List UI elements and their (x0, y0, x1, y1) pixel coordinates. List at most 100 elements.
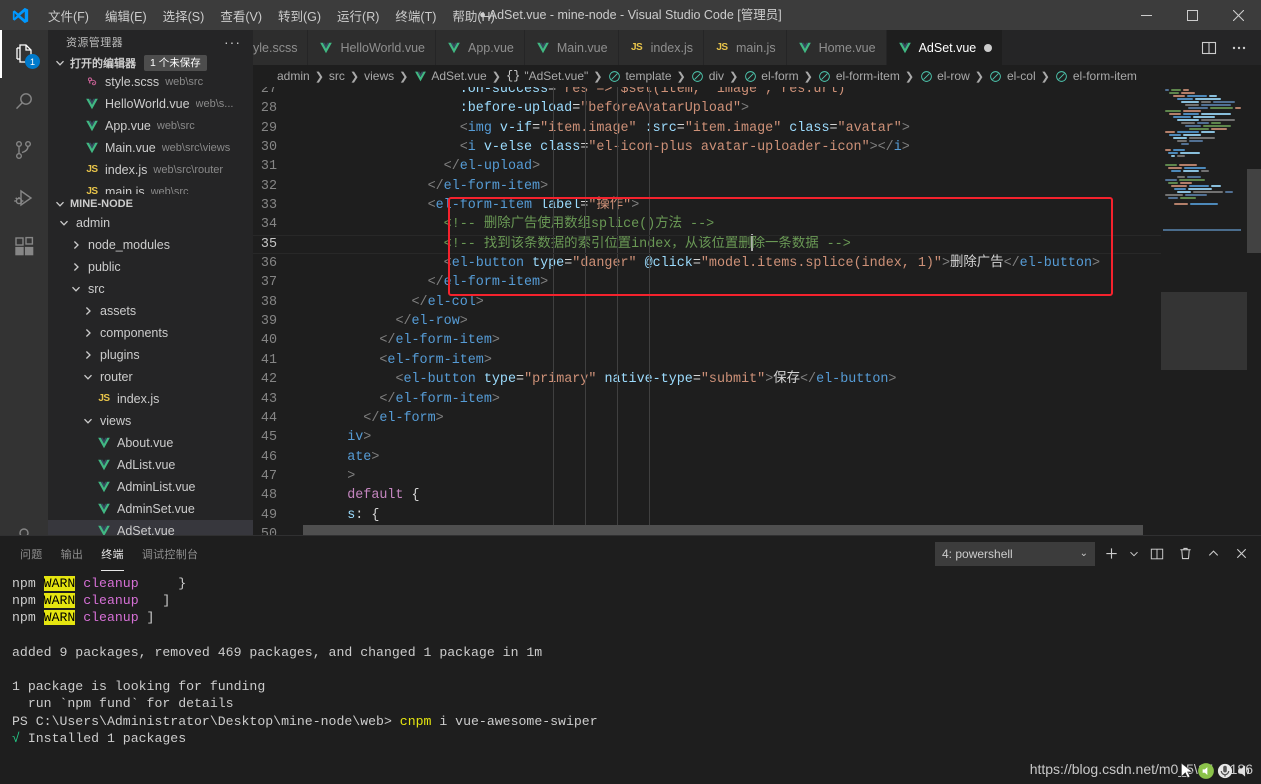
account-icon[interactable] (0, 495, 48, 535)
tree-file[interactable]: About.vue (48, 432, 253, 454)
code-line[interactable]: 34 <!-- 删除广告使用数组splice()方法 --> (253, 215, 1161, 234)
tree-folder[interactable]: router (48, 366, 253, 388)
more-actions-icon[interactable] (1225, 34, 1253, 62)
editor-tab[interactable]: App.vue (435, 30, 525, 65)
activity-explorer[interactable]: 1 (0, 30, 48, 78)
breadcrumb-item[interactable]: el-col (987, 69, 1038, 83)
tree-folder[interactable]: components (48, 322, 253, 344)
code-line[interactable]: 31 </el-upload> (253, 157, 1161, 176)
code-line[interactable]: 37 </el-form-item> (253, 273, 1161, 292)
tree-file[interactable]: AdminSet.vue (48, 498, 253, 520)
code-line[interactable]: 33 <el-form-item label="操作"> (253, 196, 1161, 215)
tree-file[interactable]: AdminList.vue (48, 476, 253, 498)
menu-help[interactable]: 帮助(H) (444, 3, 502, 28)
breadcrumb-item[interactable]: template (605, 69, 673, 83)
code-line[interactable]: 30 <i v-else class="el-icon-plus avatar-… (253, 138, 1161, 157)
close-icon[interactable] (1215, 0, 1261, 30)
tree-folder[interactable]: src (48, 278, 253, 300)
breadcrumb[interactable]: admin ❯ src ❯ views ❯ AdSet.vue ❯{} "AdSet.vue" ❯… (253, 65, 1261, 87)
tree-folder[interactable]: plugins (48, 344, 253, 366)
minimap-slider[interactable] (1161, 292, 1247, 370)
breadcrumb-item[interactable]: el-form-item (816, 69, 902, 83)
minimize-icon[interactable] (1123, 0, 1169, 30)
tree-folder[interactable]: admin (48, 212, 253, 234)
code-line[interactable]: 46 ate> (253, 448, 1161, 467)
menu-view[interactable]: 查看(V) (212, 3, 270, 28)
breadcrumb-item[interactable]: el-row (917, 69, 972, 83)
new-terminal-icon[interactable] (1099, 542, 1123, 566)
editor-vertical-scrollbar[interactable] (1247, 87, 1261, 535)
open-editor-item[interactable]: JS main.js web\src (48, 181, 253, 194)
vscroll-thumb[interactable] (1247, 169, 1261, 253)
code-line[interactable]: 48 default { (253, 486, 1161, 505)
tree-file[interactable]: AdSet.vue (48, 519, 253, 535)
tree-folder[interactable]: assets (48, 300, 253, 322)
tree-folder[interactable]: views (48, 410, 253, 432)
sidebar-more-actions-icon[interactable]: ··· (224, 34, 245, 50)
tree-file[interactable]: AdList.vue (48, 454, 253, 476)
breadcrumb-item[interactable]: {} "AdSet.vue" (504, 69, 590, 83)
code-scroll-region[interactable]: 27 :on-success="res => $set(item, 'image… (253, 87, 1161, 535)
code-line[interactable]: 41 <el-form-item> (253, 351, 1161, 370)
maximize-icon[interactable] (1169, 0, 1215, 30)
terminal-dropdown-caret-icon[interactable] (1127, 542, 1141, 566)
open-editor-item[interactable]: HelloWorld.vue web\s... (48, 93, 253, 115)
code-line[interactable]: 44 </el-form> (253, 409, 1161, 428)
activity-extensions[interactable] (0, 222, 48, 270)
breadcrumb-item[interactable]: views (362, 69, 396, 83)
code-line[interactable]: 27 :on-success="res => $set(item, 'image… (253, 87, 1161, 99)
hscroll-thumb[interactable] (303, 525, 1143, 535)
open-editor-item[interactable]: Main.vue web\src\views (48, 137, 253, 159)
code-line[interactable]: 42 <el-button type="primary" native-type… (253, 370, 1161, 389)
editor-tab[interactable]: AdSet.vue (886, 30, 1004, 65)
editor-minimap[interactable] (1161, 87, 1247, 535)
terminal-selector[interactable]: 4: powershell ⌄ (935, 541, 1095, 566)
editor-tab[interactable]: yle.scss (253, 30, 309, 65)
code-line[interactable]: 28 :before-upload="beforeAvatarUpload"> (253, 99, 1161, 118)
tree-folder[interactable]: public (48, 256, 253, 278)
breadcrumb-item[interactable]: el-form (741, 69, 800, 83)
section-open-editors[interactable]: 打开的编辑器 1 个未保存 (48, 54, 253, 71)
menu-go[interactable]: 转到(G) (270, 3, 329, 28)
breadcrumb-item[interactable]: div (689, 69, 726, 83)
split-editor-icon[interactable] (1195, 34, 1223, 62)
activity-search[interactable] (0, 78, 48, 126)
panel-tab-problems[interactable]: 问题 (20, 536, 43, 571)
editor-tab[interactable]: Main.vue (524, 30, 619, 65)
editor-tab[interactable]: JS index.js (618, 30, 704, 65)
code-line[interactable]: 29 <img v-if="item.image" :src="item.ima… (253, 119, 1161, 138)
breadcrumb-item[interactable]: el-form-item (1053, 69, 1139, 83)
code-line[interactable]: 40 </el-form-item> (253, 331, 1161, 350)
maximize-panel-icon[interactable] (1201, 542, 1225, 566)
panel-tab-output[interactable]: 输出 (61, 536, 84, 571)
kill-terminal-icon[interactable] (1173, 542, 1197, 566)
split-terminal-icon[interactable] (1145, 542, 1169, 566)
code-line[interactable]: 32 </el-form-item> (253, 177, 1161, 196)
code-line[interactable]: 38 </el-col> (253, 293, 1161, 312)
menu-run[interactable]: 运行(R) (329, 3, 387, 28)
panel-tab-terminal[interactable]: 终端 (101, 536, 124, 571)
section-workspace[interactable]: MINE-NODE (48, 196, 253, 212)
terminal-output[interactable]: npm WARN cleanup } npm WARN cleanup ] npm … (0, 571, 1261, 784)
editor-tab[interactable]: JS main.js (703, 30, 787, 65)
code-line[interactable]: 36 <el-button type="danger" @click="mode… (253, 254, 1161, 273)
breadcrumb-item[interactable]: admin (275, 69, 312, 83)
open-editor-item[interactable]: JS index.js web\src\router (48, 159, 253, 181)
editor-tab[interactable]: Home.vue (786, 30, 887, 65)
menu-file[interactable]: 文件(F) (40, 3, 97, 28)
panel-tab-debug-console[interactable]: 调试控制台 (142, 536, 199, 571)
editor-horizontal-scrollbar[interactable] (253, 525, 1161, 535)
open-editor-item[interactable]: style.scss web\src (48, 71, 253, 93)
menu-selection[interactable]: 选择(S) (155, 3, 213, 28)
code-line[interactable]: 45 iv> (253, 428, 1161, 447)
menu-terminal[interactable]: 终端(T) (387, 3, 444, 28)
editor-tab[interactable]: HelloWorld.vue (308, 30, 436, 65)
tree-file[interactable]: JS index.js (48, 388, 253, 410)
activity-source-control[interactable] (0, 126, 48, 174)
code-line[interactable]: 43 </el-form-item> (253, 390, 1161, 409)
code-line[interactable]: 47 > (253, 467, 1161, 486)
menu-edit[interactable]: 编辑(E) (97, 3, 155, 28)
code-line[interactable]: 39 </el-row> (253, 312, 1161, 331)
tree-folder[interactable]: node_modules (48, 234, 253, 256)
open-editor-item[interactable]: App.vue web\src (48, 115, 253, 137)
